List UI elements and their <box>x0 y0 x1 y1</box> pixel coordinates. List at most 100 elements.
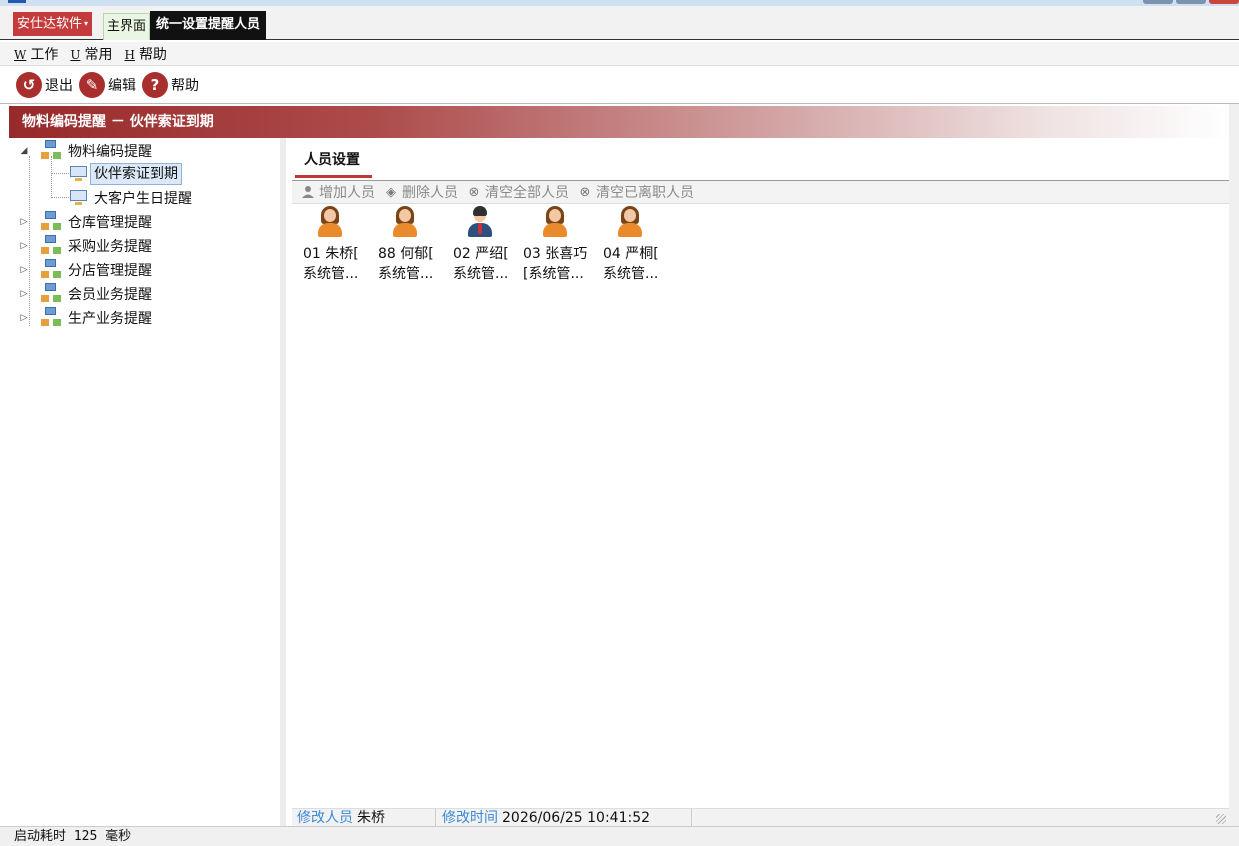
add-person-label: 增加人员 <box>319 185 375 201</box>
org-node-icon <box>41 235 63 255</box>
menu-help-accel: H <box>124 47 135 62</box>
chevron-down-icon: ▾ <box>84 19 89 28</box>
expanded-icon[interactable]: ◢ <box>19 146 29 156</box>
person-role: 系统管... <box>303 266 359 282</box>
tree-panel: ◢ 物料编码提醒 伙伴索证到期 大客户生日提醒 ▷ 仓库管理提醒 ▷ 采购业务提… <box>9 138 286 826</box>
minimize-button[interactable] <box>1143 0 1173 4</box>
app-menu-button[interactable]: 安仕达软件 ▾ <box>13 12 92 36</box>
tab-main-screen[interactable]: 主界面 <box>103 13 150 40</box>
tree-node-label: 分店管理提醒 <box>68 263 152 279</box>
menu-work-accel: W <box>14 47 27 62</box>
monitor-icon <box>69 166 89 182</box>
tree-guide-line <box>51 156 52 198</box>
menu-common[interactable]: U 常用 <box>70 44 112 64</box>
person-name: 01 朱桥[ <box>303 246 359 262</box>
modified-time-cell: 修改时间 2026/06/25 10:41:52 <box>442 809 692 827</box>
person-role: [系统管... <box>523 266 584 282</box>
delete-person-button[interactable]: ◈ 删除人员 <box>384 182 458 202</box>
tree-node-label: 伙伴索证到期 <box>90 163 182 185</box>
clear-all-icon: ⊗ <box>468 184 480 200</box>
org-node-icon <box>41 307 63 327</box>
collapsed-icon[interactable]: ▷ <box>19 289 29 299</box>
add-person-icon <box>301 185 315 199</box>
person-card[interactable]: 03 张喜巧 [系统管... <box>520 206 595 286</box>
menu-common-label: 常用 <box>84 46 113 63</box>
app-menu-label: 安仕达软件 <box>17 16 83 32</box>
person-role: 系统管... <box>378 266 434 282</box>
status-bar: 启动耗时 125 毫秒 <box>0 826 1239 846</box>
resize-grip-icon[interactable] <box>1216 814 1226 824</box>
detail-panel: 人员设置 增加人员 ◈ 删除人员 ⊗ 清空全部人员 ⊗ 清空已离职人员 01 朱… <box>292 138 1229 808</box>
close-button[interactable] <box>1209 0 1239 4</box>
collapsed-icon[interactable]: ▷ <box>19 217 29 227</box>
menu-help-label: 帮助 <box>138 46 167 63</box>
help-label: 帮助 <box>171 78 199 94</box>
modifier-value: 朱桥 <box>357 810 385 826</box>
edit-icon: ✎ <box>79 72 105 98</box>
clear-all-button[interactable]: ⊗ 清空全部人员 <box>467 182 569 202</box>
tab-bar: 安仕达软件 ▾ 主界面 统一设置提醒人员 <box>0 6 1239 40</box>
collapsed-icon[interactable]: ▷ <box>19 265 29 275</box>
tree-node-label: 会员业务提醒 <box>68 287 152 303</box>
toolbar: ↺ 退出 ✎ 编辑 ? 帮助 <box>0 67 1239 104</box>
window-controls <box>1143 0 1239 4</box>
edit-label: 编辑 <box>108 78 136 94</box>
org-node-icon <box>41 140 63 160</box>
modified-time-label: 修改时间 <box>442 810 498 826</box>
menu-bar: W 工作 U 常用 H 帮助 <box>0 42 1239 66</box>
menu-help[interactable]: H 帮助 <box>124 44 166 64</box>
male-user-icon <box>465 206 495 239</box>
person-card[interactable]: 04 严桐[ 系统管... <box>600 206 675 286</box>
tree-node-label: 采购业务提醒 <box>68 239 152 255</box>
person-card[interactable]: 01 朱桥[ 系统管... <box>300 206 375 286</box>
clear-resigned-icon: ⊗ <box>579 184 591 200</box>
tree-guide-line <box>29 156 30 326</box>
person-name: 88 何郁[ <box>378 246 434 262</box>
person-card[interactable]: 02 严绍[ 系统管... <box>450 206 525 286</box>
modification-info-bar: 修改人员 朱桥 修改时间 2026/06/25 10:41:52 <box>292 808 1229 827</box>
help-button[interactable]: ? 帮助 <box>142 72 199 98</box>
org-node-icon <box>41 259 63 279</box>
tree-node-label: 物料编码提醒 <box>68 144 152 160</box>
modifier-cell: 修改人员 朱桥 <box>297 809 436 827</box>
menu-work-label: 工作 <box>30 46 59 63</box>
delete-person-icon: ◈ <box>386 184 396 200</box>
tab-reminder-settings[interactable]: 统一设置提醒人员 <box>150 11 266 40</box>
person-card[interactable]: 88 何郁[ 系统管... <box>375 206 450 286</box>
tree-guide-line <box>51 173 69 174</box>
edit-button[interactable]: ✎ 编辑 <box>79 72 136 98</box>
maximize-button[interactable] <box>1176 0 1206 4</box>
tree-node-label: 生产业务提醒 <box>68 311 152 327</box>
clear-all-label: 清空全部人员 <box>485 185 569 201</box>
clear-resigned-button[interactable]: ⊗ 清空已离职人员 <box>578 182 694 202</box>
female-user-icon <box>390 206 420 239</box>
person-name: 04 严桐[ <box>603 246 659 262</box>
female-user-icon <box>315 206 345 239</box>
tab-person-settings[interactable]: 人员设置 <box>295 148 372 178</box>
modified-time-value: 2026/06/25 10:41:52 <box>502 810 651 826</box>
page-title: 物料编码提醒 － 伙伴索证到期 <box>9 106 1229 138</box>
menu-work[interactable]: W 工作 <box>14 44 58 64</box>
modifier-label: 修改人员 <box>297 810 353 826</box>
collapsed-icon[interactable]: ▷ <box>19 313 29 323</box>
window-right-edge <box>1229 104 1239 826</box>
collapsed-icon[interactable]: ▷ <box>19 241 29 251</box>
female-user-icon <box>540 206 570 239</box>
org-node-icon <box>41 283 63 303</box>
tree-node-label: 大客户生日提醒 <box>94 191 192 207</box>
org-node-icon <box>41 211 63 231</box>
person-name: 02 严绍[ <box>453 246 509 262</box>
person-role: 系统管... <box>453 266 509 282</box>
monitor-icon <box>69 190 89 206</box>
clear-resigned-label: 清空已离职人员 <box>596 185 694 201</box>
app-icon <box>8 0 26 3</box>
menu-common-accel: U <box>70 47 81 62</box>
female-user-icon <box>615 206 645 239</box>
person-role: 系统管... <box>603 266 659 282</box>
exit-icon: ↺ <box>16 72 42 98</box>
add-person-button[interactable]: 增加人员 <box>301 182 375 202</box>
exit-button[interactable]: ↺ 退出 <box>16 72 73 98</box>
person-toolbar: 增加人员 ◈ 删除人员 ⊗ 清空全部人员 ⊗ 清空已离职人员 <box>292 181 1229 204</box>
tree-node-label: 仓库管理提醒 <box>68 215 152 231</box>
exit-label: 退出 <box>45 78 73 94</box>
